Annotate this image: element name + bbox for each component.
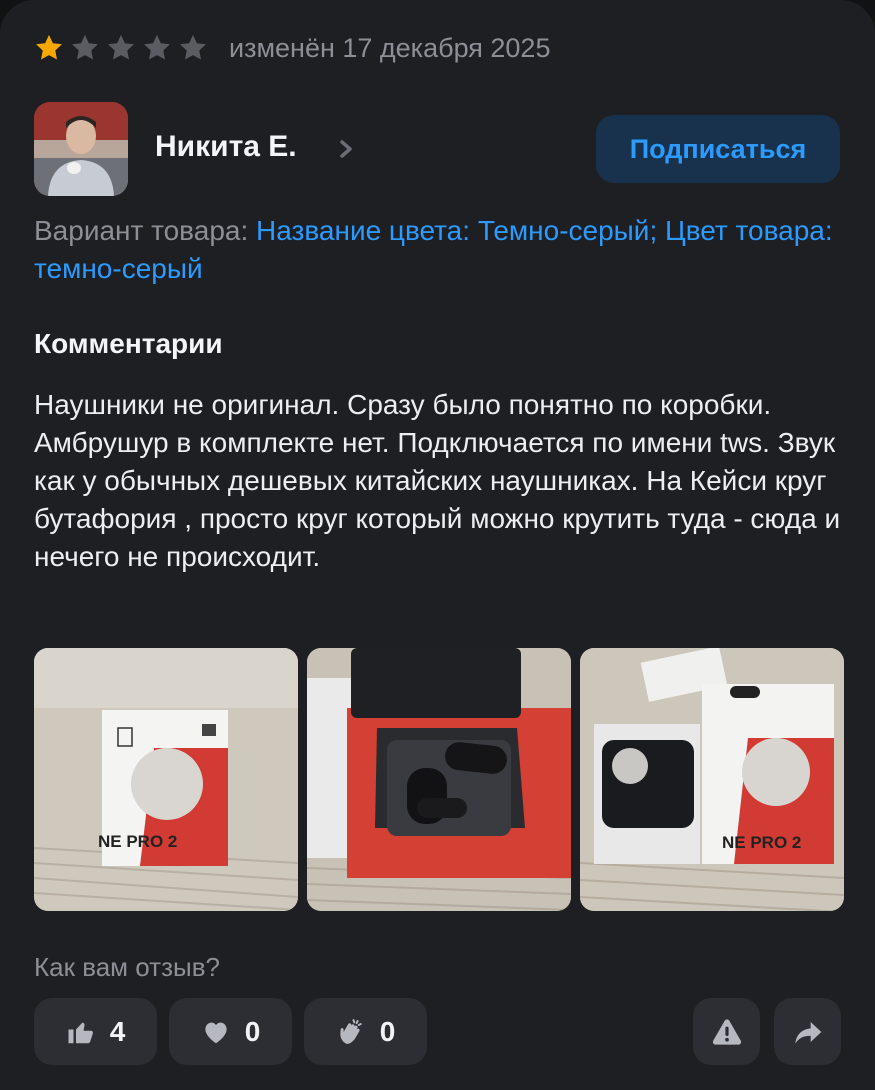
avatar[interactable]: [34, 102, 128, 196]
share-icon: [794, 1021, 821, 1043]
clap-button[interactable]: 0: [304, 998, 427, 1065]
product-variant: Вариант товара: Название цвета: Темно-се…: [34, 212, 834, 288]
variant-label: Вариант товара:: [34, 215, 249, 246]
clap-icon: [340, 1018, 362, 1044]
subscribe-button[interactable]: Подписаться: [596, 115, 840, 183]
star-empty-icon: [144, 34, 170, 60]
comments-title: Комментарии: [34, 328, 223, 359]
heart-button[interactable]: 0: [169, 998, 292, 1065]
box-label: NE PRO 2: [722, 833, 801, 852]
star-empty-icon: [108, 34, 134, 60]
share-button[interactable]: [774, 998, 841, 1065]
photo-gallery: NE PRO 2 NE PRO 2: [34, 648, 844, 911]
star-empty-icon: [72, 34, 98, 60]
star-rating: [33, 32, 209, 64]
author-name[interactable]: Никита Е.: [155, 130, 297, 164]
report-button[interactable]: [693, 998, 760, 1065]
chevron-right-icon[interactable]: [336, 135, 356, 163]
avatar-photo: [34, 102, 128, 196]
like-button[interactable]: 4: [34, 998, 157, 1065]
heart-icon: [205, 1022, 227, 1043]
rating-row: изменён 17 декабря 2025: [33, 30, 550, 66]
review-photo[interactable]: [307, 648, 571, 911]
star-filled-icon: [36, 34, 62, 60]
clap-count: 0: [379, 1015, 396, 1047]
heart-count: 0: [244, 1015, 261, 1047]
box-label: NE PRO 2: [98, 832, 177, 851]
feedback-question: Как вам отзыв?: [34, 952, 220, 982]
comment-text: Наушники не оригинал. Сразу было понятно…: [34, 389, 841, 572]
author-row: Никита Е. Подписаться: [34, 102, 840, 196]
review-date: изменён 17 декабря 2025: [229, 32, 551, 63]
reactions-bar: 4 0 0: [34, 998, 427, 1065]
review-card: изменён 17 декабря 2025 Никита Е. Подпис…: [0, 0, 875, 1090]
thumbs-up-icon: [68, 1022, 93, 1043]
like-count: 4: [109, 1015, 126, 1047]
review-photo[interactable]: NE PRO 2: [580, 648, 844, 911]
star-empty-icon: [180, 34, 206, 60]
review-photo[interactable]: NE PRO 2: [34, 648, 298, 911]
warning-icon: [712, 1018, 741, 1045]
